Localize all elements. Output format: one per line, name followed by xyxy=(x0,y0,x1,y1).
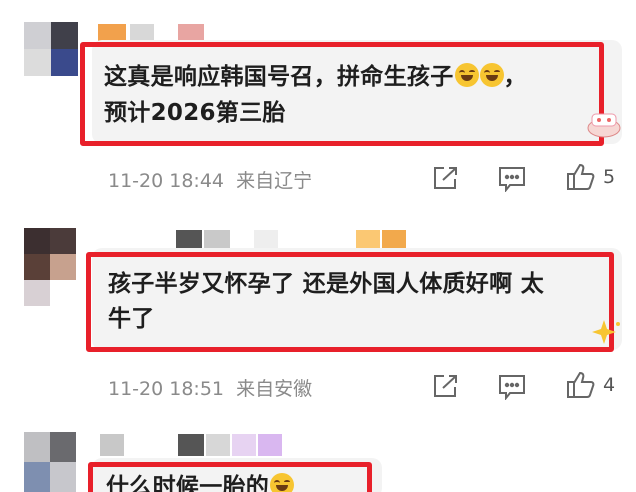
comment-meta: 11-20 18:51 来自安徽 xyxy=(108,374,312,401)
comment-icon[interactable] xyxy=(498,374,526,404)
thumbs-up-icon[interactable] xyxy=(566,163,596,195)
laughing-tears-emoji xyxy=(479,63,504,87)
share-icon[interactable] xyxy=(432,166,458,194)
comment-text: 孩子半岁又怀孕了 还是外国人体质好啊 太 xyxy=(108,271,545,297)
comment-meta: 11-20 18:44 来自辽宁 xyxy=(108,166,312,193)
timestamp: 11-20 18:44 xyxy=(108,170,225,192)
laughing-tears-emoji xyxy=(454,63,479,87)
laughing-tears-emoji xyxy=(270,473,295,492)
like-count: 4 xyxy=(603,374,616,396)
sparkle-sticker-icon xyxy=(584,318,624,348)
avatar[interactable] xyxy=(24,432,76,492)
timestamp: 11-20 18:51 xyxy=(108,378,225,400)
sticker-icon xyxy=(584,108,624,140)
location: 来自辽宁 xyxy=(236,170,313,192)
comment-text-line2: 牛了 xyxy=(108,306,155,332)
avatar[interactable] xyxy=(24,228,76,306)
comment-text-line2: 预计2026第三胎 xyxy=(104,100,286,126)
share-icon[interactable] xyxy=(432,374,458,402)
avatar[interactable] xyxy=(24,22,78,76)
comment-text: 这真是响应韩国号召，拼命生孩子， xyxy=(104,63,527,90)
thumbs-up-icon[interactable] xyxy=(566,371,596,403)
comment-icon[interactable] xyxy=(498,166,526,196)
like-count: 5 xyxy=(603,166,616,188)
comment-text: 什么时候一胎的 xyxy=(106,470,295,492)
location: 来自安徽 xyxy=(236,378,313,400)
